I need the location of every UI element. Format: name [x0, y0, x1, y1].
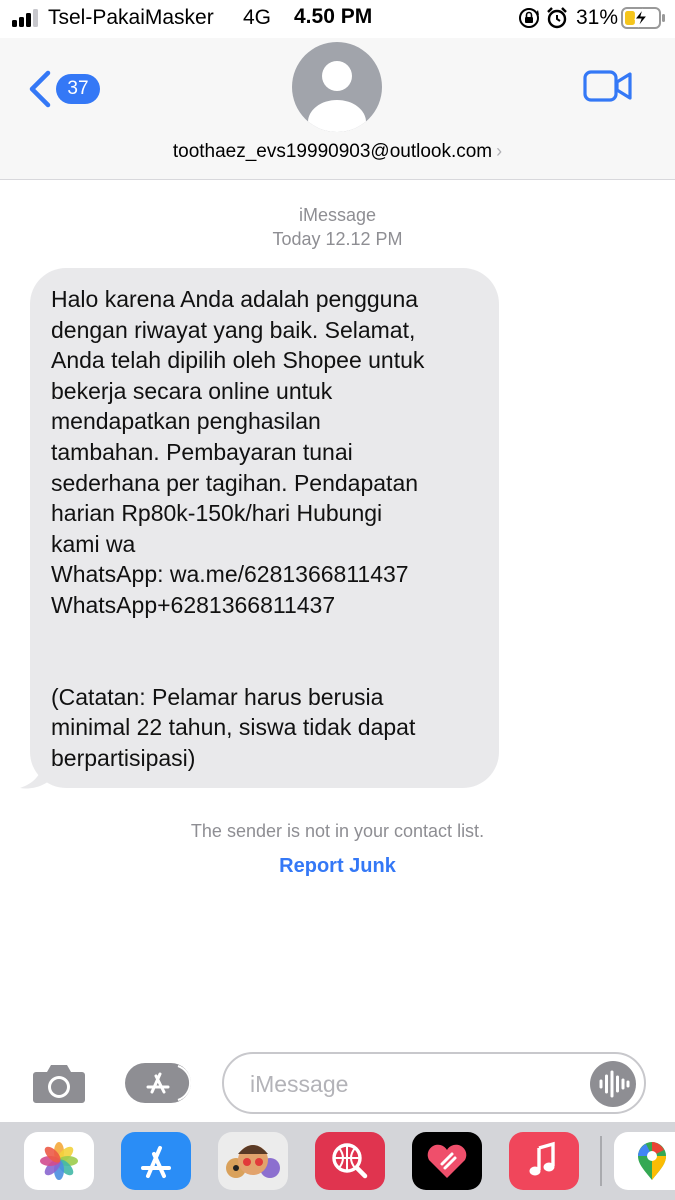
memoji-app-icon[interactable]: [218, 1132, 288, 1190]
video-camera-icon[interactable]: [582, 68, 634, 104]
message-bubble[interactable]: Halo karena Anda adalah pengguna dengan r…: [30, 268, 499, 788]
map-pin-icon: [638, 1142, 666, 1180]
dictation-button[interactable]: [590, 1061, 636, 1107]
message-line: WhatsApp: wa.me/6281366811437: [51, 561, 409, 588]
maps-app-icon[interactable]: [614, 1132, 675, 1190]
avatar-person-icon: [308, 61, 366, 132]
message-body: Halo karena Anda adalah pengguna dengan r…: [51, 284, 479, 621]
battery-percent: 31%: [576, 6, 619, 29]
message-input-field[interactable]: [222, 1052, 646, 1114]
network-type: 4G: [243, 6, 272, 29]
app-store-app-icon[interactable]: [121, 1132, 191, 1190]
status-bar: Tsel-PakaiMasker 4G 4.50 PM 31%: [0, 0, 675, 38]
message-timestamp: Today 12.12 PM: [272, 229, 403, 249]
camera-icon[interactable]: [32, 1062, 86, 1104]
digital-touch-app-icon[interactable]: [412, 1132, 482, 1190]
lock-rotation-icon: [519, 8, 539, 28]
message-line: sederhana per tagihan. Pendapatan: [51, 469, 419, 496]
message-note: (Catatan: Pelamar harus berusia minimal 2…: [51, 682, 479, 774]
back-chevron-icon: [29, 70, 51, 108]
message-line: bekerja secara online untuk: [51, 377, 333, 404]
app-store-icon[interactable]: [124, 1062, 192, 1104]
report-junk-link[interactable]: Report Junk: [0, 855, 675, 878]
conversation-header: 37 toothaez_evs19990903@outlook.com ›: [0, 38, 675, 180]
service-label: iMessage: [298, 205, 377, 225]
photos-app-icon[interactable]: [24, 1132, 94, 1190]
app-store-a-icon: [141, 1146, 171, 1178]
globe-search-icon: [332, 1143, 368, 1179]
back-button[interactable]: 37: [26, 66, 106, 110]
contact-avatar[interactable]: [292, 42, 382, 132]
status-time: 4.50 PM: [294, 5, 373, 28]
dictation-icon: [599, 1070, 630, 1098]
message-line: harian Rp80k-150k/hari Hubungi: [51, 500, 383, 527]
message-line: Halo karena Anda adalah pengguna: [51, 286, 419, 312]
drawer-divider: [600, 1136, 602, 1186]
message-line: dengan riwayat yang baik. Selamat,: [51, 316, 416, 343]
app-drawer: [0, 1122, 675, 1200]
message-line: berpartisipasi): [51, 744, 196, 771]
alarm-icon: [547, 7, 567, 29]
photos-flower-icon: [40, 1142, 78, 1180]
message-line: tambahan. Pembayaran tunai: [51, 438, 353, 465]
message-input[interactable]: [250, 1066, 580, 1102]
contact-address: toothaez_evs19990903@outlook.com: [172, 141, 493, 162]
message-line: kami wa: [51, 530, 136, 557]
chevron-right-icon: ›: [496, 141, 503, 161]
web-search-app-icon[interactable]: [315, 1132, 385, 1190]
message-line: WhatsApp+6281366811437: [51, 591, 336, 618]
battery-charging-icon: [621, 7, 665, 29]
signal-icon: [12, 9, 42, 27]
message-line: (Catatan: Pelamar harus berusia: [51, 683, 384, 710]
music-note-icon: [529, 1141, 555, 1176]
message-line: minimal 22 tahun, siswa tidak dapat: [51, 714, 416, 741]
unknown-sender-notice: The sender is not in your contact list.: [190, 821, 485, 841]
music-app-icon[interactable]: [509, 1132, 579, 1190]
memoji-faces-icon: [226, 1145, 280, 1178]
unread-count-badge: 37: [56, 74, 100, 104]
contact-address-button[interactable]: toothaez_evs19990903@outlook.com ›: [0, 141, 675, 163]
heart-icon: [427, 1144, 467, 1178]
message-line: mendapatkan penghasilan: [51, 408, 321, 435]
message-line: Anda telah dipilih oleh Shopee untuk: [51, 347, 425, 374]
carrier-name: Tsel-PakaiMasker: [48, 6, 214, 29]
